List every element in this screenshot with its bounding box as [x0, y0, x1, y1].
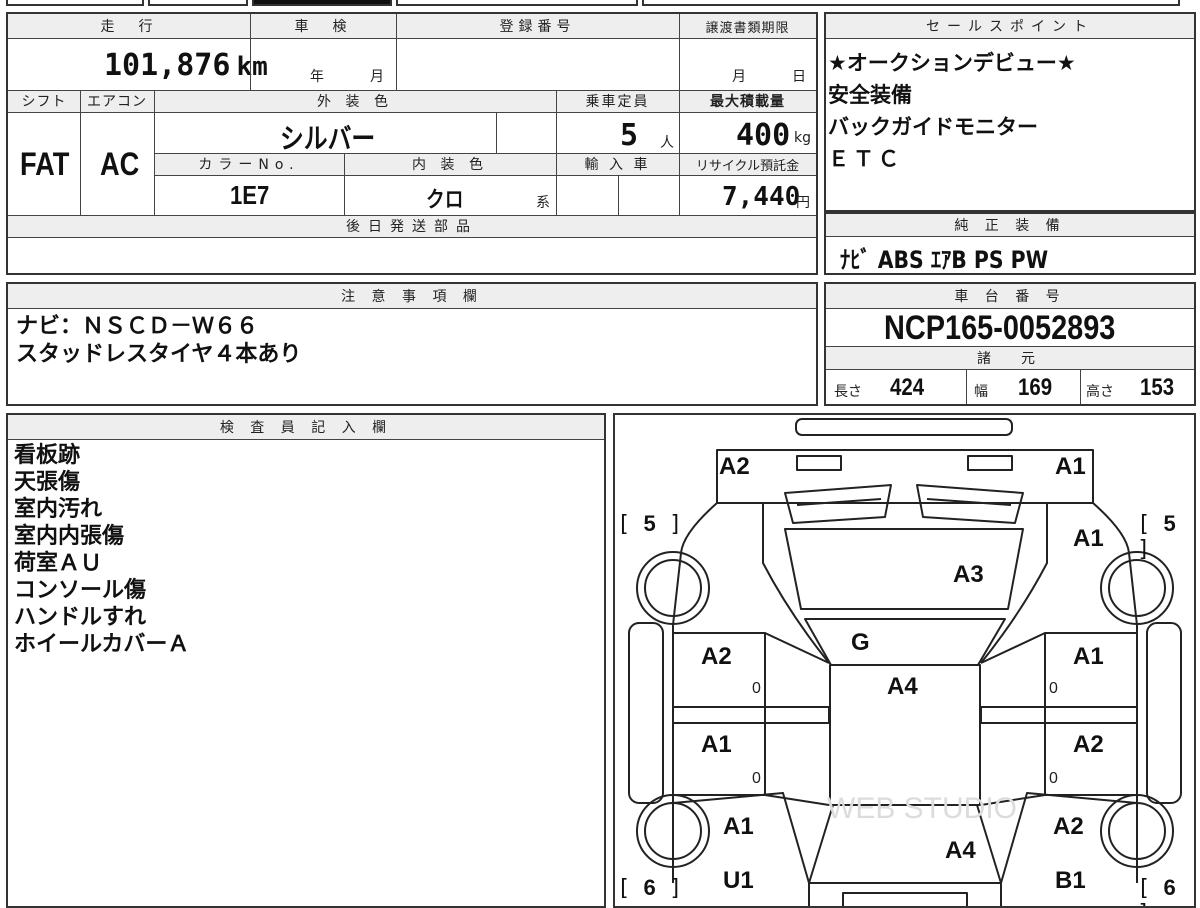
recycle-fee-unit: 円 — [796, 195, 810, 211]
sales-point-1: ★オークションデビュー★ — [828, 51, 1076, 75]
spec-height-value: 153 — [1140, 374, 1175, 401]
mileage-header: 走 行 — [8, 14, 250, 38]
inspection-month-unit: 月 — [370, 69, 384, 85]
mark-windshield: G — [851, 629, 870, 656]
sales-point-2: 安全装備 — [828, 83, 912, 107]
inspector-line-1: 看板跡 — [14, 443, 81, 468]
specs-header: 諸 元 — [826, 347, 1194, 369]
color-no-header: カラーNo. — [154, 153, 344, 175]
inspector-line-2: 天張傷 — [14, 470, 81, 495]
import-header: 輸 入 車 — [556, 153, 679, 175]
later-parts-header: 後日発送部品 — [8, 215, 816, 237]
interior-color-header: 内 装 色 — [344, 153, 556, 175]
deadline-day-unit: 日 — [792, 69, 806, 85]
inspector-line-7: ハンドルすれ — [14, 605, 147, 630]
sales-point-3: バックガイドモニター — [828, 115, 1038, 139]
mileage-value: 101,876 km — [104, 48, 268, 83]
shift-value: FAT — [20, 146, 70, 182]
inspector-header: 検 査 員 記 入 欄 — [8, 415, 604, 439]
mark-left-front-door: A2 — [701, 643, 732, 670]
exterior-color-header: 外 装 色 — [154, 90, 556, 112]
aircon-value: AC — [100, 146, 140, 182]
mark-front-right: A1 — [1055, 453, 1086, 480]
spec-height-label: 高さ — [1086, 384, 1114, 400]
chassis-number: NCP165-0052893 — [884, 309, 1116, 347]
watermark-text: WEB STUDIO — [827, 792, 1017, 825]
shift-header: シフト — [8, 90, 80, 112]
interior-color-value: クロ — [426, 188, 464, 213]
tread-rear-left: [ 6 ] — [617, 875, 683, 901]
max-load-unit: kg — [794, 130, 811, 146]
mark-right-rear-bumper: B1 — [1055, 867, 1086, 894]
equipment-box: 純 正 装 備 ﾅﾋﾞ ABS ｴｱB PS PW — [824, 212, 1196, 275]
mark-hood: A3 — [953, 561, 984, 588]
chassis-header: 車 台 番 号 — [826, 284, 1194, 308]
mark-right-quarter: A2 — [1053, 813, 1084, 840]
transfer-deadline-header: 譲渡書類期限 — [679, 14, 816, 38]
notes-header: 注 意 事 項 欄 — [8, 284, 816, 308]
note-line-1: ナビ：ＮＳＣＤ－Ｗ６６ — [16, 314, 259, 339]
inspection-year-unit: 年 — [310, 69, 324, 85]
top-strip — [0, 0, 1200, 8]
inspector-line-4: 室内内張傷 — [14, 524, 125, 549]
damage-diagram: WEB STUDIO [ 5 ] [ 5 ] [ 6 ] [ 6 ] A2 A1… — [613, 413, 1196, 908]
inspector-line-6: コンソール傷 — [14, 578, 147, 603]
zero-left-rear-door: 0 — [752, 770, 761, 787]
spec-table: 走 行 車 検 登録番号 譲渡書類期限 101,876 km 年 月 月 日 シフ… — [6, 12, 818, 275]
exterior-color-value: シルバー — [280, 122, 376, 155]
inspection-header: 車 検 — [250, 14, 396, 38]
zero-left-front-door: 0 — [752, 680, 761, 697]
mark-left-quarter: A1 — [723, 813, 754, 840]
capacity-value: 5 — [620, 118, 639, 153]
mark-front-left: A2 — [719, 453, 750, 480]
aircon-header: エアコン — [80, 90, 154, 112]
notes-box: 注 意 事 項 欄 ナビ：ＮＳＣＤ－Ｗ６６ スタッドレスタイヤ４本あり — [6, 282, 818, 406]
spec-length-label: 長さ — [834, 384, 862, 400]
capacity-header: 乗車定員 — [556, 90, 679, 112]
recycle-fee-value: 7,440 — [722, 182, 801, 212]
mark-left-rear-bumper: U1 — [723, 867, 754, 894]
spec-width-value: 169 — [1018, 374, 1053, 401]
note-line-2: スタッドレスタイヤ４本あり — [16, 342, 302, 367]
chassis-box: 車 台 番 号 NCP165-0052893 諸 元 長さ 424 幅 169 … — [824, 282, 1196, 406]
zero-right-rear-door: 0 — [1049, 770, 1058, 787]
tread-rear-right: [ 6 ] — [1137, 875, 1176, 906]
recycle-fee-header: リサイクル預託金 — [679, 153, 816, 175]
registration-header: 登録番号 — [396, 14, 679, 38]
mark-right-front-fender: A1 — [1073, 525, 1104, 552]
max-load-value: 400 — [736, 118, 791, 153]
interior-color-suffix: 系 — [536, 195, 550, 211]
mark-right-rear-door: A2 — [1073, 731, 1104, 758]
mark-right-front-door: A1 — [1073, 643, 1104, 670]
inspector-box: 検 査 員 記 入 欄 看板跡 天張傷 室内汚れ 室内内張傷 荷室ＡＵ コンソー… — [6, 413, 606, 908]
inspector-line-5: 荷室ＡＵ — [14, 551, 103, 576]
mark-left-rear-door: A1 — [701, 731, 732, 758]
max-load-header: 最大積載量 — [679, 90, 816, 112]
tread-front-left: [ 5 ] — [617, 511, 683, 537]
spec-length-value: 424 — [890, 374, 925, 401]
spec-width-label: 幅 — [974, 384, 988, 400]
mark-rear-glass: A4 — [945, 837, 976, 864]
color-no-value: 1E7 — [230, 180, 270, 210]
sales-points-header: セールスポイント — [826, 14, 1194, 38]
inspector-line-8: ホイールカバーＡ — [14, 632, 190, 657]
inspector-line-3: 室内汚れ — [14, 497, 103, 522]
mark-roof: A4 — [887, 673, 918, 700]
equipment-header: 純 正 装 備 — [826, 214, 1194, 236]
sales-points-box: セールスポイント ★オークションデビュー★ 安全装備 バックガイドモニター ＥＴ… — [824, 12, 1196, 212]
sales-point-4: ＥＴＣ — [828, 147, 903, 171]
zero-right-front-door: 0 — [1049, 680, 1058, 697]
capacity-unit: 人 — [660, 135, 674, 151]
equipment-value: ﾅﾋﾞ ABS ｴｱB PS PW — [840, 246, 1049, 274]
tread-front-right: [ 5 ] — [1137, 511, 1176, 562]
deadline-month-unit: 月 — [732, 69, 746, 85]
